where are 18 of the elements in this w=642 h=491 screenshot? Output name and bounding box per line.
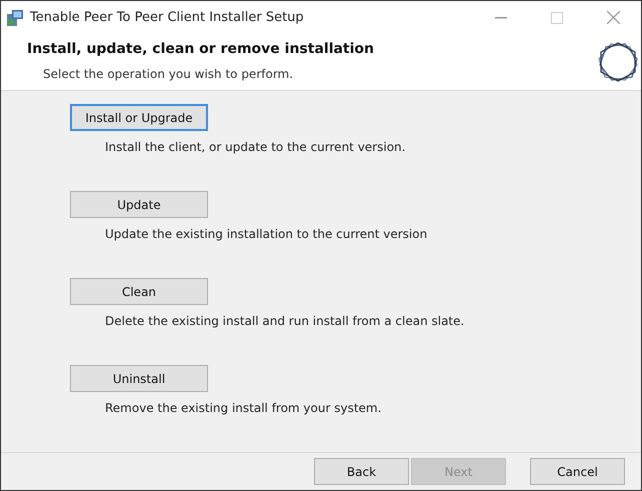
footer-button[interactable]: Cancel: [530, 458, 625, 486]
page-title: Install, update, clean or remove installation: [27, 41, 374, 57]
option-description: Delete the existing install and run install from a clean slate.: [105, 314, 466, 328]
option-button[interactable]: Uninstall: [70, 365, 208, 392]
close-icon[interactable]: [606, 11, 620, 24]
installer-icon: [6, 8, 24, 26]
minimize-icon[interactable]: [495, 16, 507, 18]
option-description: Update the existing installation to the current version: [105, 227, 428, 242]
page-subtitle: Select the operation you wish to perform.: [43, 67, 294, 81]
hexagon-logo-icon: [597, 41, 639, 83]
maximize-icon[interactable]: [551, 12, 563, 24]
option-button[interactable]: Install or Upgrade: [70, 104, 208, 132]
option-description: Install the client, or update to the current version.: [105, 140, 406, 154]
option-button[interactable]: Update: [70, 191, 208, 218]
footer-button[interactable]: Back: [314, 458, 409, 486]
option-description: Remove the existing install from your system.: [105, 401, 382, 416]
option-button[interactable]: Clean: [70, 278, 208, 306]
window-title: Tenable Peer To Peer Client Installer Setup: [30, 10, 305, 25]
